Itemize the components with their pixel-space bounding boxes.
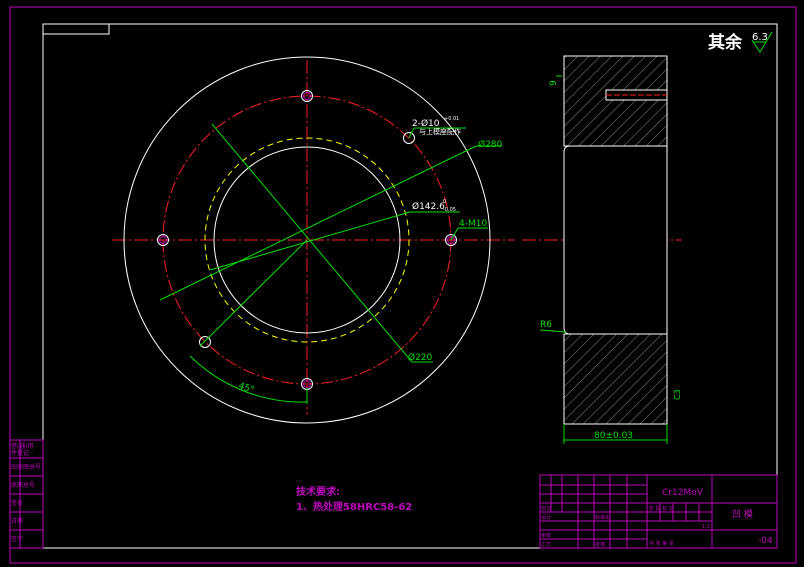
- dim-bore-diameter: Ø142.6: [412, 201, 445, 212]
- leader-45-radial: [199, 239, 308, 347]
- dim-thread-depth: 9: [549, 80, 559, 86]
- strip-label-5: 签名: [11, 499, 23, 507]
- dim-fillet-radius: R6: [540, 320, 552, 330]
- dim-width: 80±0.03: [594, 431, 633, 441]
- strip-label-6: 日期: [11, 517, 23, 525]
- title-material: Cr12MoV: [662, 488, 704, 498]
- dim-chamfer: C3: [673, 389, 682, 400]
- surface-finish-value: 6.3: [752, 32, 768, 43]
- leader-phi142: [209, 211, 411, 271]
- section-lower: [563, 333, 668, 425]
- sheet-outer-border: [9, 6, 797, 564]
- dim-thread: 4-M10: [459, 219, 487, 229]
- dim-bore-tol-lower: -0.05: [443, 207, 456, 213]
- tech-requirements: 技术要求: 1、热处理58HRC58-62: [296, 485, 412, 513]
- dim-hole-note-2: 与上模座配作: [419, 127, 461, 136]
- pin-hole-lower-left: [199, 336, 211, 348]
- title-sub-label-5: 批准: [595, 541, 605, 548]
- title-part-name: 凹 模: [732, 509, 753, 520]
- section-upper: [563, 55, 668, 147]
- angle-arc-45: [189, 355, 308, 403]
- dim-pitch-diameter: Ø220: [408, 352, 433, 363]
- dim-bore-tol-upper: 0: [443, 199, 446, 205]
- cad-drawing: 其余 6.3 2-Ø10 +0.01 与上模座配作 Ø280 Ø142.6 0 …: [9, 6, 797, 564]
- title-row-label-1: 标记: [541, 505, 551, 512]
- strip-label-2: 件登记: [11, 449, 29, 457]
- surface-finish-label: 其余: [708, 32, 743, 53]
- dim-outer-diameter: Ø280: [478, 139, 503, 150]
- strip-label-4: 底图总号: [11, 481, 35, 489]
- title-sub-label-4: 工艺: [541, 542, 551, 548]
- title-drawing-no: -04: [758, 536, 773, 546]
- surface-finish-note: 其余 6.3: [708, 31, 773, 53]
- side-view: 9 R6 80±0.03 C3: [522, 55, 682, 444]
- strip-label-3: 旧底图总号: [11, 463, 41, 471]
- title-sheet: 共 张 第 张: [649, 540, 674, 547]
- leader-diagonal-main: [211, 123, 413, 363]
- corner-tab: [42, 23, 110, 35]
- dim-hole-tol: +0.01: [444, 116, 459, 122]
- dim-angle: 45°: [237, 381, 255, 395]
- title-sub-label-3: 审核: [541, 532, 551, 539]
- tech-requirements-item1: 1、热处理58HRC58-62: [296, 500, 412, 513]
- strip-label-7: 签字: [11, 535, 23, 543]
- title-sub-label-1: 设计: [541, 514, 551, 521]
- section-bore: [563, 145, 668, 335]
- title-sub-label-2: 标准化: [595, 514, 610, 521]
- strip-label-1: 借(通)用: [11, 442, 34, 450]
- title-scale: 1:1: [702, 524, 710, 530]
- leader-phi280: [159, 145, 477, 301]
- tech-requirements-title: 技术要求:: [296, 485, 340, 498]
- title-stage-label: 阶 段 标 记: [649, 505, 674, 512]
- front-view: 2-Ø10 +0.01 与上模座配作 Ø280 Ø142.6 0 -0.05 4…: [112, 56, 515, 424]
